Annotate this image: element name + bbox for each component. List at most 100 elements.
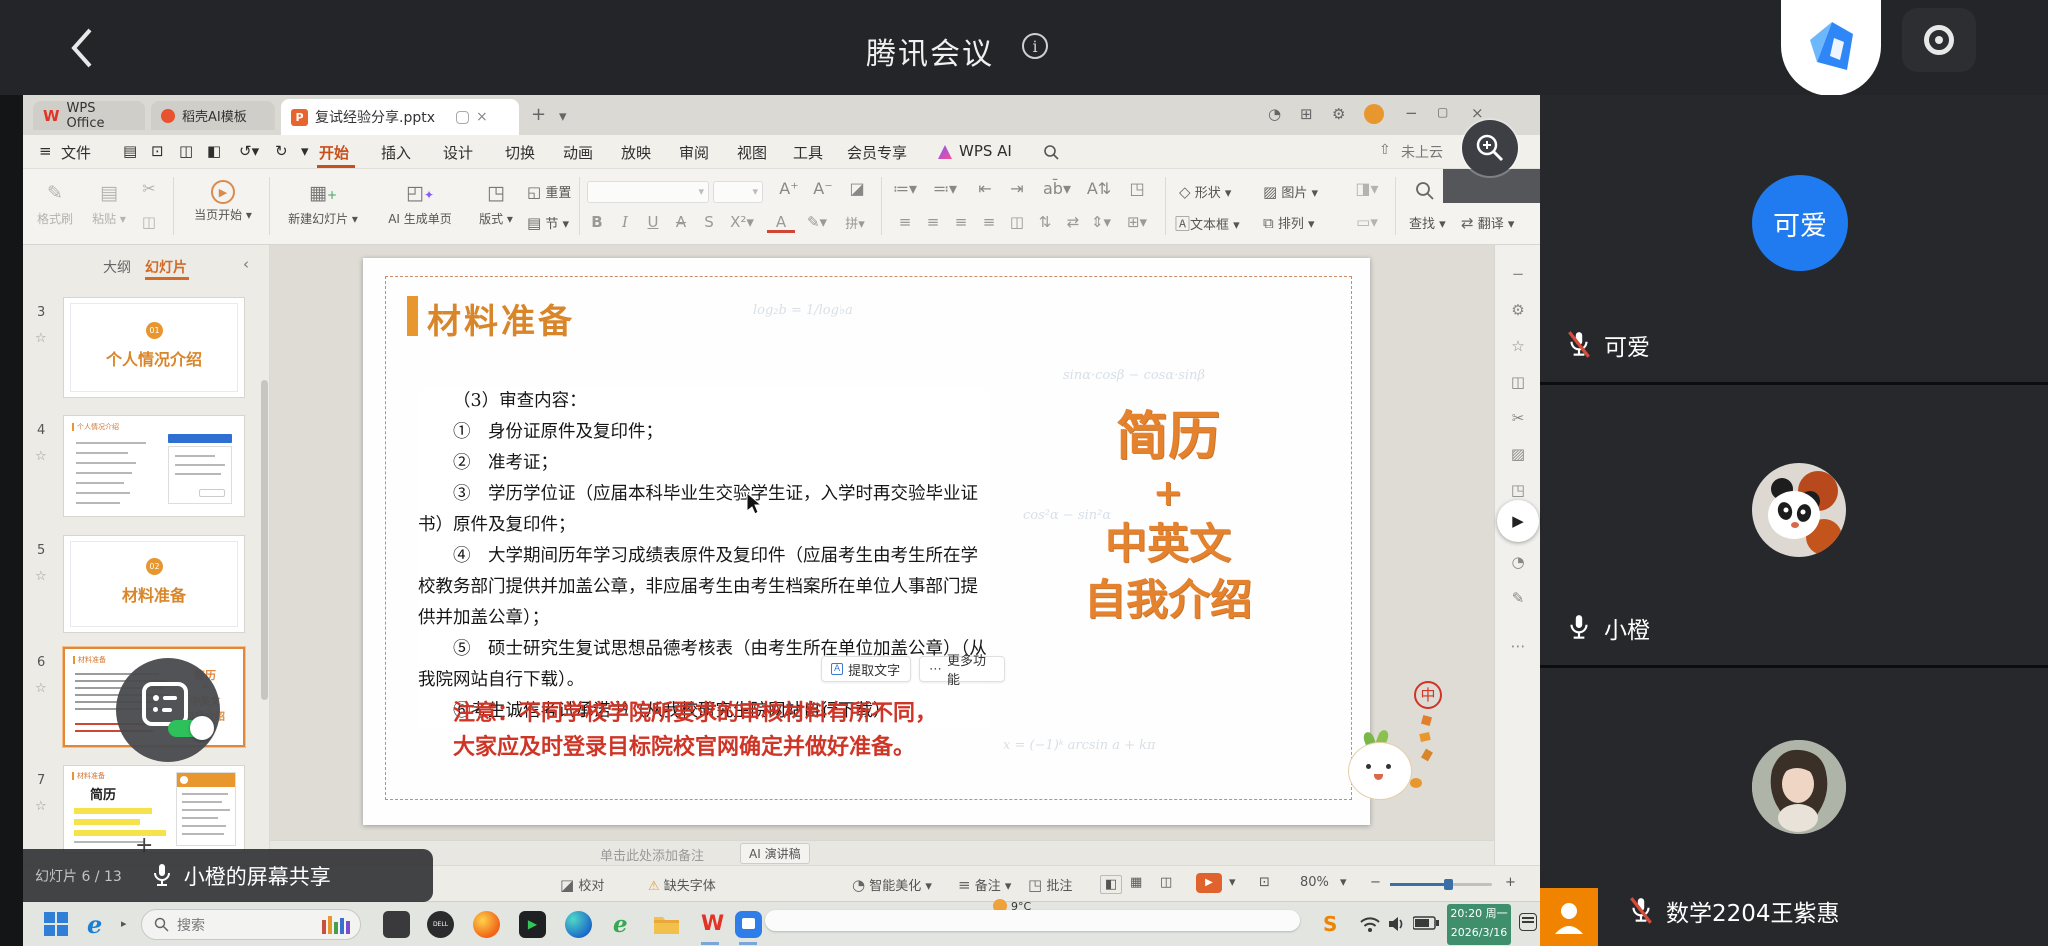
slide-note-red[interactable]: 注意：不同学校学院所要求的审核材料有所不同， 大家应及时登录目标院校官网确定并做… — [453, 696, 937, 764]
numbering-icon[interactable]: ≕▾ — [931, 179, 959, 198]
text-wrap-icon[interactable]: ab̄▾ — [1043, 179, 1071, 198]
menu-wps-ai[interactable]: WPS AI — [959, 142, 1012, 160]
tab-outline[interactable]: 大纲 — [103, 257, 131, 277]
align-right-icon[interactable]: ≡ — [947, 213, 975, 231]
hamburger-icon[interactable]: ≡ — [39, 142, 52, 160]
collapse-panel-icon[interactable]: ‹ — [243, 255, 249, 273]
menu-insert[interactable]: 插入 — [381, 142, 411, 163]
ie-icon[interactable]: e — [87, 910, 102, 939]
menu-tools[interactable]: 工具 — [793, 142, 823, 163]
user-avatar[interactable] — [1364, 104, 1384, 124]
zoom-options-icon[interactable]: ▾ — [1340, 875, 1347, 890]
player-icon[interactable]: ▶ — [519, 911, 546, 938]
menu-transition[interactable]: 切换 — [505, 142, 535, 163]
notes-placeholder[interactable]: 单击此处添加备注 — [600, 845, 704, 864]
notification-center-icon[interactable] — [1519, 913, 1537, 931]
participant-tile-2[interactable]: 小橙 — [1540, 385, 2048, 665]
font-name-select[interactable]: ▾ — [587, 181, 709, 203]
thumbnail-slide-4[interactable]: 个人情况介绍 — [63, 415, 245, 517]
firefox-icon[interactable] — [473, 911, 500, 938]
meeting-app-dock[interactable] — [1781, 0, 1881, 96]
wps-taskbar-icon[interactable]: W — [701, 911, 724, 935]
find-magnifier-icon[interactable] — [1415, 181, 1435, 201]
text-box-options-icon[interactable]: ⊞▾ — [1123, 213, 1151, 231]
taskbar-search[interactable]: 搜索 — [141, 909, 361, 940]
theme-icon[interactable]: ◔ — [1268, 105, 1281, 123]
redo-icon[interactable]: ↻ — [275, 142, 288, 160]
smart-beautify-button[interactable]: ◔ 智能美化 ▾ — [852, 875, 932, 894]
indent-icon[interactable]: ⇥ — [1003, 179, 1031, 198]
slide-main[interactable]: log₂b = 1/log♭a sinα·cosβ − cosα·sinβ co… — [363, 258, 1370, 825]
clear-format-icon[interactable]: ◪ — [843, 179, 871, 198]
meeting-taskbar-icon[interactable] — [735, 911, 762, 938]
zoom-slider-knob[interactable] — [1444, 879, 1453, 890]
reading-view-icon[interactable]: ◫ — [1160, 875, 1172, 890]
apps-grid-icon[interactable]: ⊞ — [1300, 105, 1313, 123]
close-window-icon[interactable]: × — [1471, 104, 1484, 122]
file-explorer-icon[interactable] — [653, 911, 680, 938]
zoom-slider[interactable] — [1390, 883, 1492, 886]
properties-icon[interactable]: ⚙ — [1495, 301, 1541, 319]
slide-side-text[interactable]: 简历 + 中英文 自我介绍 — [1063, 404, 1273, 628]
info-icon[interactable]: i — [1022, 33, 1048, 59]
settings-icon[interactable]: ⚙ — [1332, 105, 1345, 123]
panel-scrollbar[interactable] — [261, 380, 268, 700]
zoom-level[interactable]: 80% — [1300, 875, 1329, 890]
bold-button[interactable]: B — [583, 213, 611, 231]
section-button[interactable]: ▤ 节 ▾ — [527, 213, 569, 232]
panel-expand-button[interactable]: ▶ — [1497, 500, 1539, 542]
green-e-icon[interactable]: e — [613, 911, 628, 938]
line-spacing-icon[interactable]: ⇅ — [1031, 213, 1059, 231]
star-icon[interactable]: ☆ — [35, 569, 47, 584]
sogou-input-icon[interactable]: S — [1323, 912, 1337, 936]
menu-file[interactable]: 文件 — [61, 142, 91, 163]
normal-view-icon[interactable]: ◧ — [1100, 875, 1122, 894]
new-tab-icon[interactable]: + — [531, 104, 546, 125]
star-icon[interactable]: ☆ — [35, 331, 47, 346]
edge-icon[interactable] — [565, 911, 592, 938]
record-button[interactable] — [1902, 8, 1976, 72]
zoom-in-icon[interactable]: + — [1505, 875, 1516, 890]
caption-toggle-knob[interactable] — [190, 716, 214, 740]
maximize-icon[interactable]: ▢ — [1437, 105, 1448, 119]
minimize-icon[interactable]: − — [1405, 104, 1418, 122]
increase-font-icon[interactable]: A⁺ — [775, 179, 803, 198]
more-functions-button[interactable]: ⋯ 更多功能 — [919, 656, 1005, 682]
play-from-current-button[interactable]: ▶ 当页开始 ▾ — [181, 178, 265, 223]
preview-icon[interactable]: ◧ — [207, 142, 221, 160]
outdent-icon[interactable]: ⇤ — [971, 179, 999, 198]
slide-title[interactable]: 材料准备 — [427, 294, 575, 343]
layout-pane-icon[interactable]: ◫ — [1495, 373, 1541, 391]
taskbar-expand-icon[interactable]: ▸ — [121, 917, 127, 930]
bullets-icon[interactable]: ≔▾ — [891, 179, 919, 198]
app-icon-dark[interactable] — [383, 911, 410, 938]
output-icon[interactable]: ⊡ — [151, 142, 164, 160]
comment-pane-icon[interactable]: ✎ — [1495, 589, 1541, 607]
history-icon[interactable]: ◔ — [1495, 553, 1541, 571]
arrange-button[interactable]: ⧉ 排列 ▾ — [1263, 213, 1315, 232]
tab-document-active[interactable]: P 复试经验分享.pptx × — [281, 99, 519, 135]
thumbnail-slide-7[interactable]: 材料准备 简历 — [63, 765, 245, 853]
participant-tile-3[interactable]: 数学2204王紫惠 — [1540, 668, 2048, 946]
star-icon[interactable]: ☆ — [35, 799, 47, 814]
volume-icon[interactable] — [1387, 914, 1407, 934]
align-left-icon[interactable]: ≡ — [891, 213, 919, 231]
cloud-status[interactable]: 未上云 — [1401, 142, 1443, 162]
comments-button[interactable]: ◳ 批注 — [1028, 875, 1072, 894]
align-center-icon[interactable]: ≡ — [919, 213, 947, 231]
font-size-select[interactable]: ▾ — [713, 181, 763, 203]
back-icon[interactable] — [68, 26, 96, 70]
save-icon[interactable]: ▤ — [123, 142, 137, 160]
format-painter-button[interactable]: ✎格式刷 — [29, 178, 81, 227]
justify-icon[interactable]: ≡ — [975, 213, 1003, 231]
paste-button[interactable]: ▤粘贴 ▾ — [83, 178, 135, 227]
undo-icon[interactable]: ↺▾ — [239, 142, 259, 160]
chart-pane-icon[interactable]: ◳ — [1495, 481, 1541, 499]
slideshow-play-button[interactable]: ▶ — [1196, 873, 1222, 893]
pinyin-button[interactable]: 拼▾ — [841, 213, 869, 232]
star-icon[interactable]: ☆ — [35, 449, 47, 464]
thumbnail-slide-5[interactable]: 02 材料准备 — [63, 535, 245, 633]
translate-button[interactable]: ⇄ 翻译 ▾ — [1461, 213, 1514, 232]
meeting-caption-widget[interactable] — [116, 658, 220, 762]
tab-close-icon[interactable]: × — [476, 109, 488, 125]
